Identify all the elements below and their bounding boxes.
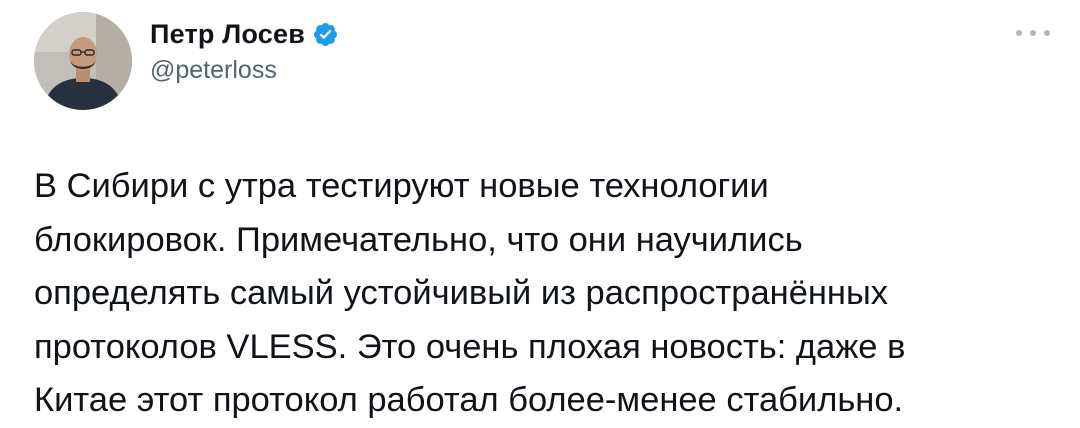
tweet-text-line: определять самый устойчивый из распростр… [34, 274, 889, 312]
tweet-text-line: В Сибири с утра тестируют новые технолог… [34, 167, 769, 205]
more-dot [1044, 30, 1050, 36]
tweet-text-line: протоколов VLESS. Это очень плохая новос… [34, 327, 906, 366]
tweet-text-line: Китае этот протокол работал более-менее … [34, 381, 904, 419]
more-dot [1016, 30, 1022, 36]
tweet-text: В Сибири с утра тестируют новые технолог… [34, 160, 1064, 428]
author-display-name[interactable]: Петр Лосев [150, 19, 305, 50]
more-dot [1030, 30, 1036, 36]
avatar-photo [34, 12, 132, 110]
author-handle[interactable]: @peterloss [150, 56, 339, 85]
tweet-text-line: блокировок. Примечательно, что они научи… [34, 220, 803, 259]
avatar[interactable] [34, 12, 132, 110]
more-options-icon[interactable] [1016, 24, 1050, 42]
tweet-author: Петр Лосев @peterloss [150, 17, 339, 85]
verified-badge-icon [312, 21, 339, 48]
author-name-row: Петр Лосев [150, 17, 339, 51]
tweet-card: Петр Лосев @peterloss В Сибири с утра те… [0, 0, 1080, 427]
